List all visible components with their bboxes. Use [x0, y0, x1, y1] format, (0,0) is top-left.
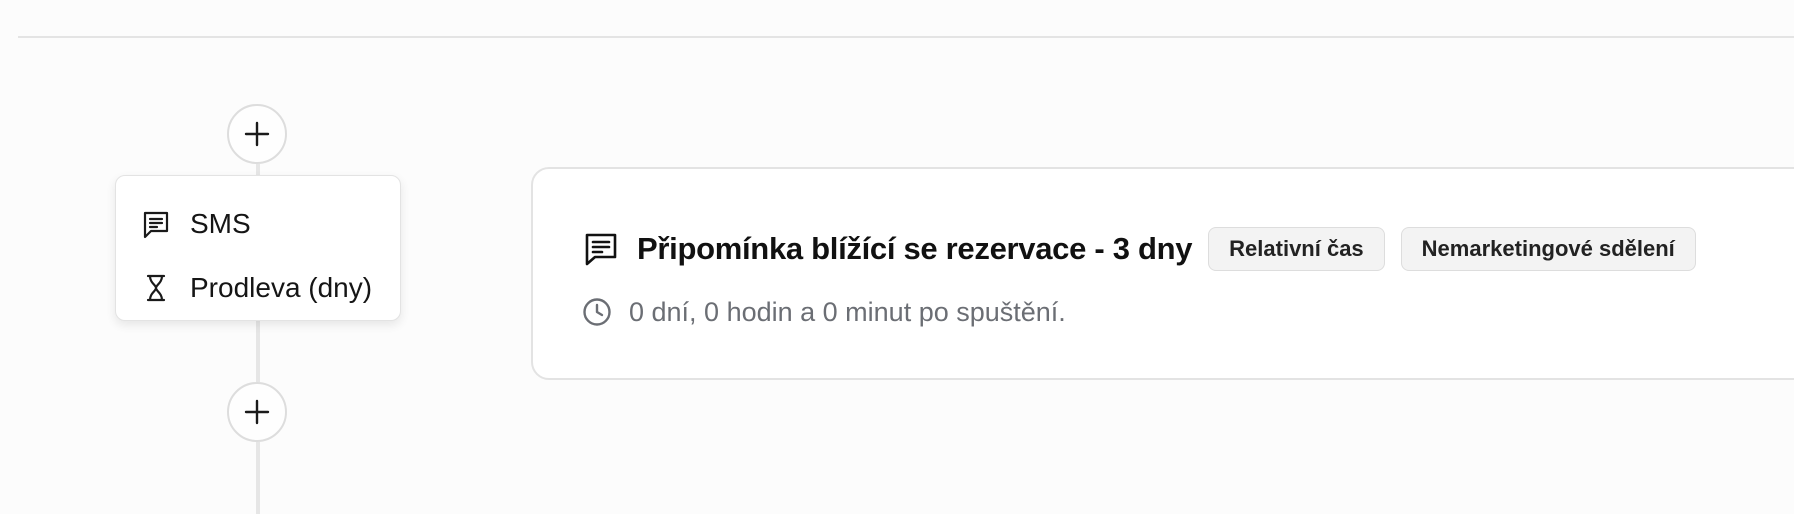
- menu-item-label: SMS: [190, 208, 251, 239]
- trigger-timing-text: 0 dní, 0 hodin a 0 minut po spuštění.: [629, 296, 1066, 327]
- top-divider: [18, 36, 1794, 38]
- badge-non-marketing: Nemarketingové sdělení: [1400, 227, 1696, 271]
- badge-relative-time: Relativní čas: [1208, 227, 1385, 271]
- message-icon: [581, 229, 621, 269]
- clock-icon: [581, 296, 613, 328]
- flow-connector: [256, 442, 260, 514]
- menu-item-delay[interactable]: Prodleva (dny): [116, 256, 400, 320]
- menu-item-label: Prodleva (dny): [190, 272, 373, 303]
- add-step-menu: SMS Prodleva (dny): [115, 175, 401, 321]
- add-step-button[interactable]: [227, 382, 287, 442]
- add-step-button[interactable]: [227, 104, 287, 164]
- sms-step-card[interactable]: Připomínka blížící se rezervace - 3 dny …: [531, 167, 1794, 380]
- card-header: Připomínka blížící se rezervace - 3 dny …: [581, 227, 1696, 271]
- plus-icon: [244, 121, 270, 147]
- flow-connector: [256, 318, 260, 382]
- plus-icon: [244, 399, 270, 425]
- message-icon: [140, 208, 172, 240]
- menu-item-sms[interactable]: SMS: [116, 192, 400, 256]
- hourglass-icon: [140, 272, 172, 304]
- card-subtitle: 0 dní, 0 hodin a 0 minut po spuštění.: [581, 296, 1066, 328]
- card-title: Připomínka blížící se rezervace - 3 dny: [637, 231, 1193, 266]
